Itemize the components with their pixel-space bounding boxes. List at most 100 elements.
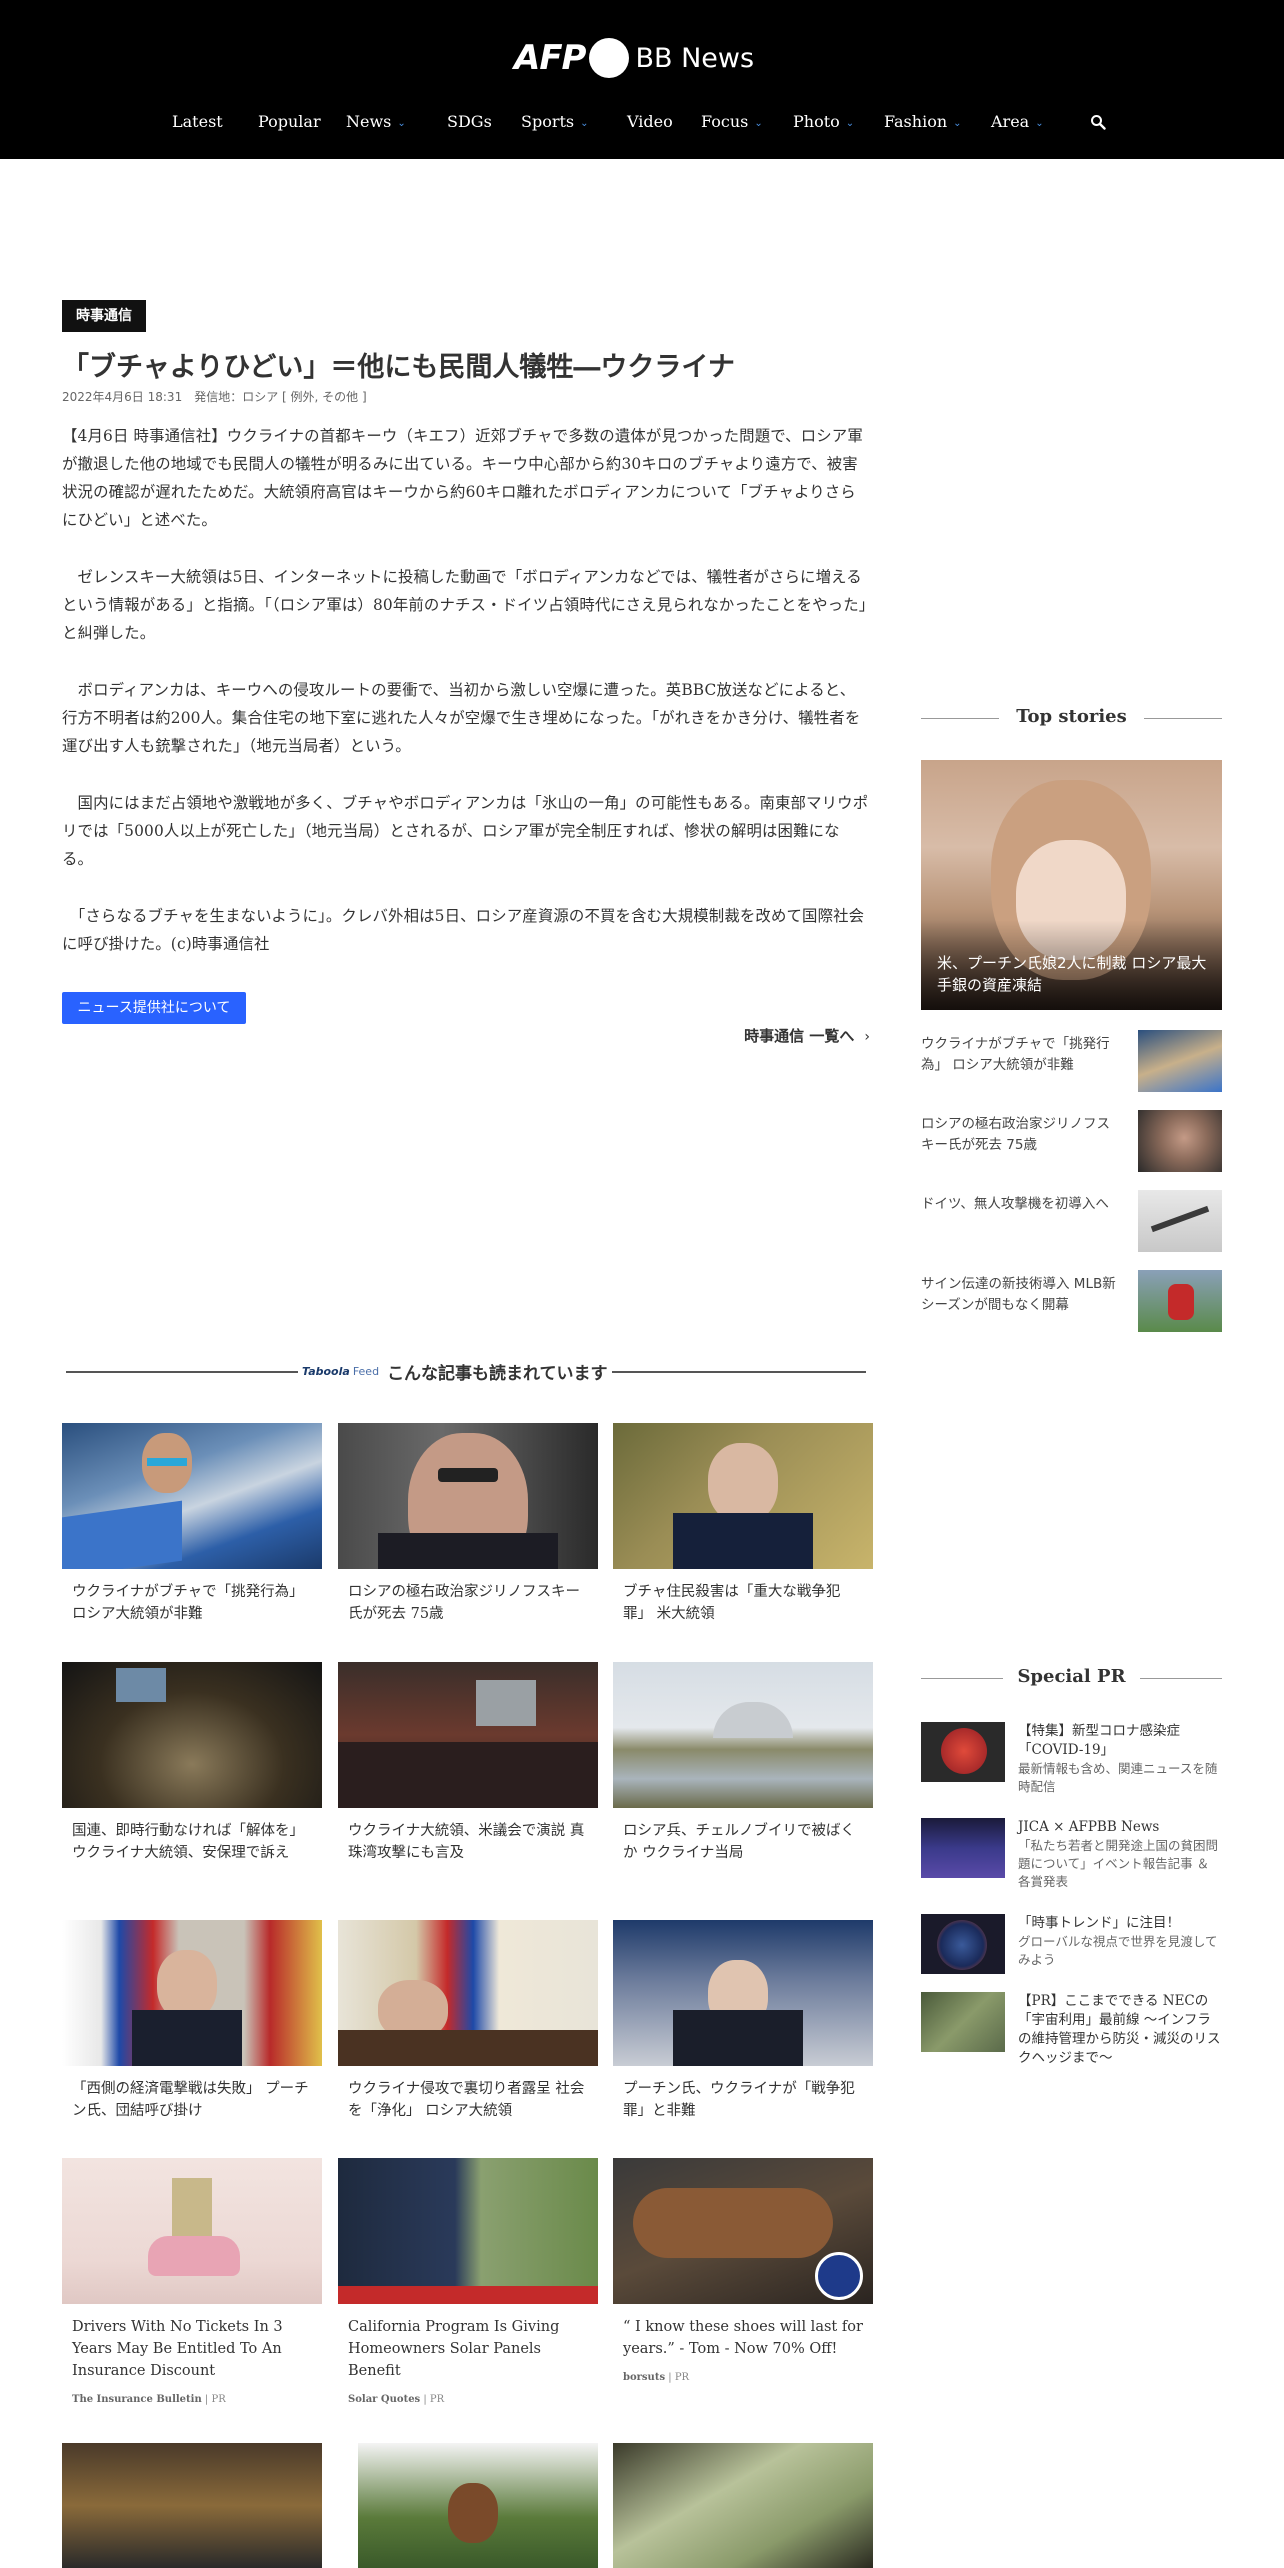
logo-afp-text: AFP xyxy=(514,38,586,78)
card-title: 「西側の経済電撃戦は失敗」 プーチン氏、団結呼び掛け xyxy=(72,2081,309,2119)
recommended-card[interactable]: ウクライナ侵攻で裏切り者露呈 社会を「浄化」 ロシア大統領 xyxy=(338,1920,598,2122)
recommended-card[interactable]: ウクライナ大統領、米議会で演説 真珠湾攻撃にも言及 xyxy=(338,1662,598,1864)
chevron-right-icon: › xyxy=(864,1029,870,1045)
source-list-link[interactable]: 時事通信 一覧へ › xyxy=(700,1025,870,1046)
nav-item-popular[interactable]: Popular xyxy=(258,112,321,131)
top-story-item[interactable]: ロシアの極右政治家ジリノフスキー氏が死去 75歳 xyxy=(921,1110,1222,1172)
nav-label: Fashion xyxy=(884,112,948,131)
recommended-card[interactable]: 「西側の経済電撃戦は失敗」 プーチン氏、団結呼び掛け xyxy=(62,1920,322,2122)
nav-label: SDGs xyxy=(447,112,492,131)
card-image xyxy=(338,2158,598,2304)
card-title: ブチャ住民殺害は「重大な戦争犯罪」 米大統領 xyxy=(623,1584,841,1622)
chevron-down-icon: ⌄ xyxy=(953,118,962,129)
article-paragraph: 「さらなるブチャを生まないように」。クレバ外相は5日、ロシア産資源の不買を含む大… xyxy=(62,907,865,953)
article-dateline: 2022年4月6日 18:31 発信地：ロシア [ 例外, その他 ] xyxy=(62,390,367,404)
card-image xyxy=(613,1920,873,2066)
top-story-title: ロシアの極右政治家ジリノフスキー氏が死去 75歳 xyxy=(921,1116,1110,1153)
news-provider-button[interactable]: ニュース提供社について xyxy=(62,992,246,1024)
article-paragraph: ボロディアンカは、キーウへの侵攻ルートの要衝で、当初から激しい空爆に遭った。英B… xyxy=(62,681,861,755)
card-image xyxy=(613,2158,873,2304)
special-pr-item[interactable]: JICA × AFPBB News 「私たち若者と開発途上国の貧困問題について」… xyxy=(921,1818,1222,1891)
card-title: ロシアの極右政治家ジリノフスキー氏が死去 75歳 xyxy=(348,1584,580,1622)
recommended-heading: こんな記事も読まれています xyxy=(387,1363,608,1384)
sponsored-card[interactable]: “ I know these shoes will last for years… xyxy=(613,2158,873,2383)
special-pr-title: Special PR xyxy=(1017,1666,1126,1687)
special-pr-item[interactable]: 【特集】新型コロナ感染症「COVID-19」 最新情報も含め、関連ニュースを随時… xyxy=(921,1722,1222,1794)
top-story-thumb xyxy=(1138,1270,1222,1332)
top-story-title: ウクライナがブチャで「挑発行為」 ロシア大統領が非難 xyxy=(921,1036,1110,1073)
chevron-down-icon: ⌄ xyxy=(845,118,855,129)
card-title: プーチン氏、ウクライナが「戦争犯罪」と非難 xyxy=(623,2081,855,2119)
card-title: ロシア兵、チェルノブイリで被ばくか ウクライナ当局 xyxy=(623,1823,855,1861)
afpbb-logo[interactable]: AFP BB News xyxy=(514,36,754,80)
nav-item-sdgs[interactable]: SDGs xyxy=(447,112,492,131)
pr-title: 【PR】ここまでできる NECの「宇宙利用」最前線 ～インフラの維持管理から防災… xyxy=(1018,1993,1221,2066)
nav-item-fashion[interactable]: Fashion ⌄ xyxy=(884,112,962,131)
top-story-feature[interactable]: 米、プーチン氏娘2人に制裁 ロシア最大手銀の資産凍結 xyxy=(921,760,1222,1010)
top-stories-heading: Top stories xyxy=(921,706,1222,730)
special-pr-heading: Special PR xyxy=(921,1666,1222,1690)
top-story-title: サイン伝達の新技術導入 MLB新シーズンが間もなく開幕 xyxy=(921,1276,1116,1313)
pr-text: JICA × AFPBB News 「私たち若者と開発途上国の貧困問題について」… xyxy=(1018,1818,1222,1891)
logo-bb-text: BB News xyxy=(635,42,755,74)
nav-item-focus[interactable]: Focus ⌄ xyxy=(701,112,763,131)
nav-item-sports[interactable]: Sports ⌄ xyxy=(521,112,589,131)
card-source: The Insurance Bulletin | PR xyxy=(72,2394,226,2405)
sponsored-card[interactable] xyxy=(613,2443,873,2568)
card-source: Solar Quotes | PR xyxy=(348,2394,445,2405)
card-source-name: The Insurance Bulletin xyxy=(72,2394,202,2405)
sponsored-card[interactable] xyxy=(62,2443,322,2568)
recommended-card[interactable]: ロシアの極右政治家ジリノフスキー氏が死去 75歳 xyxy=(338,1423,598,1625)
pr-text: 【PR】ここまでできる NECの「宇宙利用」最前線 ～インフラの維持管理から防災… xyxy=(1018,1992,1222,2068)
pr-title: 【特集】新型コロナ感染症「COVID-19」 xyxy=(1018,1723,1180,1758)
top-stories-title: Top stories xyxy=(1016,706,1127,727)
sponsored-card[interactable]: Drivers With No Tickets In 3 Years May B… xyxy=(62,2158,322,2405)
card-title: ウクライナがブチャで「挑発行為」 ロシア大統領が非難 xyxy=(72,1584,304,1622)
pr-thumb xyxy=(921,1818,1005,1878)
recommended-card[interactable]: ウクライナがブチャで「挑発行為」 ロシア大統領が非難 xyxy=(62,1423,322,1625)
card-image xyxy=(62,1920,322,2066)
taboola-feed-label: Feed xyxy=(352,1364,380,1378)
card-pr-label: PR xyxy=(211,2394,226,2405)
special-pr-item[interactable]: 「時事トレンド」に注目！ グローバルな視点で世界を見渡してみよう xyxy=(921,1914,1222,1984)
card-title: ウクライナ大統領、米議会で演説 真珠湾攻撃にも言及 xyxy=(348,1823,585,1861)
taboola-logo[interactable]: Taboola xyxy=(302,1365,350,1378)
top-feature-title: 米、プーチン氏娘2人に制裁 ロシア最大手銀の資産凍結 xyxy=(937,954,1207,994)
top-story-thumb xyxy=(1138,1110,1222,1172)
source-badge[interactable]: 時事通信 xyxy=(62,300,146,332)
top-story-item[interactable]: ウクライナがブチャで「挑発行為」 ロシア大統領が非難 xyxy=(921,1030,1222,1092)
article-paragraph: 国内にはまだ占領地や激戦地が多く、ブチャやボロディアンカは「氷山の一角」の可能性… xyxy=(62,794,869,868)
nav-item-area[interactable]: Area ⌄ xyxy=(991,112,1044,131)
card-image xyxy=(62,1423,322,1569)
search-icon[interactable] xyxy=(1090,114,1106,130)
nav-label: Latest xyxy=(172,112,223,131)
card-source-name: Solar Quotes xyxy=(348,2394,421,2405)
card-image xyxy=(338,1920,598,2066)
recommended-card[interactable]: プーチン氏、ウクライナが「戦争犯罪」と非難 xyxy=(613,1920,873,2122)
card-image xyxy=(358,2443,598,2568)
card-image xyxy=(62,2443,322,2568)
recommended-card[interactable]: ブチャ住民殺害は「重大な戦争犯罪」 米大統領 xyxy=(613,1423,873,1625)
recommended-card[interactable]: ロシア兵、チェルノブイリで被ばくか ウクライナ当局 xyxy=(613,1662,873,1864)
nav-item-latest[interactable]: Latest xyxy=(172,112,223,131)
top-story-item[interactable]: ドイツ、無人攻撃機を初導入へ xyxy=(921,1190,1222,1252)
pr-text: 「時事トレンド」に注目！ グローバルな視点で世界を見渡してみよう xyxy=(1018,1914,1222,1969)
chevron-down-icon: ⌄ xyxy=(1035,118,1044,129)
nav-item-news[interactable]: News ⌄ xyxy=(346,112,406,131)
card-title: 国連、即時行動なければ「解体を」 ウクライナ大統領、安保理で訴え xyxy=(72,1823,304,1861)
top-story-item[interactable]: サイン伝達の新技術導入 MLB新シーズンが間もなく開幕 xyxy=(921,1270,1222,1332)
sponsored-card[interactable] xyxy=(358,2443,618,2568)
logo-circle-icon xyxy=(589,38,630,78)
pr-desc: 最新情報も含め、関連ニュースを随時配信 xyxy=(1018,1761,1218,1794)
special-pr-item[interactable]: 【PR】ここまでできる NECの「宇宙利用」最前線 ～インフラの維持管理から防災… xyxy=(921,1992,1222,2066)
recommended-card[interactable]: 国連、即時行動なければ「解体を」 ウクライナ大統領、安保理で訴え xyxy=(62,1662,322,1864)
pr-thumb xyxy=(921,1992,1005,2052)
source-list-link-label: 時事通信 一覧へ xyxy=(744,1027,855,1045)
article-paragraph: ゼレンスキー大統領は5日、インターネットに投稿した動画で「ボロディアンカなどでは… xyxy=(62,568,867,642)
card-title: Drivers With No Tickets In 3 Years May B… xyxy=(72,2319,283,2379)
top-story-thumb xyxy=(1138,1190,1222,1252)
chevron-down-icon: ⌄ xyxy=(754,118,763,129)
nav-item-photo[interactable]: Photo ⌄ xyxy=(793,112,854,131)
nav-item-video[interactable]: Video xyxy=(627,112,673,131)
sponsored-card[interactable]: California Program Is Giving Homeowners … xyxy=(338,2158,598,2405)
